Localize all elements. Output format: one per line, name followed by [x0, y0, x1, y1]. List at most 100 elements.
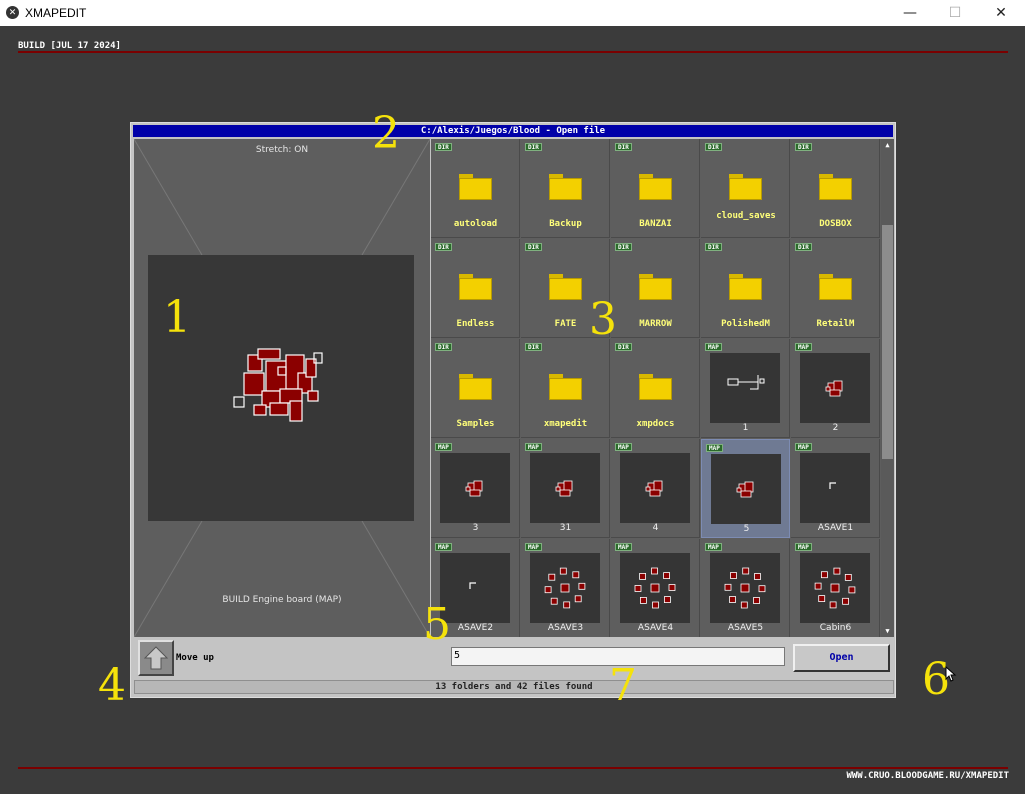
dir-badge: DIR: [615, 243, 632, 251]
folder-item[interactable]: DIR Samples: [431, 339, 520, 438]
close-button[interactable]: ✕: [978, 0, 1024, 26]
map-badge: MAP: [795, 543, 812, 551]
folder-name: Samples: [456, 419, 495, 429]
folder-name: Backup: [549, 219, 582, 229]
annotation-1: 1: [163, 292, 191, 343]
map-badge: MAP: [795, 443, 812, 451]
map-file-item[interactable]: MAP Cabin6: [791, 539, 880, 637]
map-file-item[interactable]: MAP 1: [701, 339, 790, 438]
map-thumbnail: [800, 453, 870, 523]
folder-icon: [549, 274, 582, 300]
dir-badge: DIR: [795, 243, 812, 251]
scrollbar-thumb[interactable]: [882, 225, 893, 459]
map-thumbnail: [530, 453, 600, 523]
dir-badge: DIR: [435, 243, 452, 251]
dir-badge: DIR: [615, 143, 632, 151]
preview-caption: BUILD Engine board (MAP): [222, 595, 342, 605]
map-file-item[interactable]: MAP ASAVE5: [701, 539, 790, 637]
app-root: ✕ XMAPEDIT — ☐ ✕ BUILD [JUL 17 2024] WWW…: [0, 0, 1025, 794]
scroll-down-icon[interactable]: ▼: [881, 625, 894, 637]
map-thumbnail: [620, 553, 690, 623]
map-file-name: 3: [472, 523, 479, 533]
map-file-item[interactable]: MAP 3: [431, 439, 520, 538]
move-up-button[interactable]: [138, 640, 174, 676]
map-badge: MAP: [435, 443, 452, 451]
folder-icon: [729, 174, 762, 200]
map-file-name: 4: [652, 523, 659, 533]
app-icon: ✕: [6, 6, 19, 19]
folder-item[interactable]: DIR autoload: [431, 139, 520, 238]
folder-item[interactable]: DIR cloud_saves: [701, 139, 790, 238]
folder-icon: [459, 174, 492, 200]
build-label: BUILD [JUL 17 2024]: [18, 41, 121, 51]
maximize-button[interactable]: ☐: [932, 0, 978, 26]
folder-name: DOSBOX: [819, 219, 852, 229]
map-file-item[interactable]: MAP 5: [701, 439, 790, 538]
map-badge: MAP: [706, 444, 723, 452]
top-divider: [18, 51, 1008, 53]
map-file-name: ASAVE4: [637, 623, 674, 633]
folder-icon: [819, 174, 852, 200]
annotation-5: 5: [423, 599, 451, 650]
folder-name: RetailM: [816, 319, 855, 329]
mouse-cursor-icon: [945, 666, 957, 682]
dir-badge: DIR: [795, 143, 812, 151]
map-file-item[interactable]: MAP ASAVE1: [791, 439, 880, 538]
folder-item[interactable]: DIR RetailM: [791, 239, 880, 338]
map-thumbnail: [710, 353, 780, 423]
map-thumbnail: [800, 353, 870, 423]
annotation-3: 3: [589, 294, 617, 345]
window-title: XMAPEDIT: [25, 6, 87, 20]
map-thumbnail: [710, 553, 780, 623]
map-file-name: 1: [742, 423, 749, 433]
folder-name: Endless: [456, 319, 495, 329]
map-thumbnail: [620, 453, 690, 523]
map-file-name: 2: [832, 423, 839, 433]
folder-item[interactable]: DIR DOSBOX: [791, 139, 880, 238]
map-file-item[interactable]: MAP 2: [791, 339, 880, 438]
map-badge: MAP: [795, 343, 812, 351]
folder-name: xmapedit: [543, 419, 588, 429]
file-grid: DIR autoload DIR Backup DIR BANZAI DIR cloud_sa…: [431, 139, 881, 637]
dir-badge: DIR: [525, 243, 542, 251]
folder-item[interactable]: DIR Backup: [521, 139, 610, 238]
map-file-item[interactable]: MAP ASAVE3: [521, 539, 610, 637]
dir-badge: DIR: [525, 143, 542, 151]
folder-item[interactable]: DIR xmapedit: [521, 339, 610, 438]
window-titlebar: ✕ XMAPEDIT — ☐ ✕: [0, 0, 1025, 26]
folder-item[interactable]: DIR xmpdocs: [611, 339, 700, 438]
map-badge: MAP: [525, 543, 542, 551]
dir-badge: DIR: [525, 343, 542, 351]
scroll-up-icon[interactable]: ▲: [881, 139, 894, 151]
map-file-item[interactable]: MAP 31: [521, 439, 610, 538]
map-file-name: Cabin6: [819, 623, 852, 633]
folder-icon: [639, 274, 672, 300]
annotation-2: 2: [372, 108, 400, 159]
annotation-7: 7: [609, 660, 637, 711]
map-badge: MAP: [705, 543, 722, 551]
map-preview-panel: Stretch: ON BUILD Engine board (MAP): [134, 139, 430, 637]
folder-item[interactable]: DIR BANZAI: [611, 139, 700, 238]
map-badge: MAP: [705, 343, 722, 351]
map-thumbnail: [440, 453, 510, 523]
folder-name: cloud_saves: [716, 211, 776, 221]
map-file-item[interactable]: MAP ASAVE4: [611, 539, 700, 637]
dir-badge: DIR: [705, 143, 722, 151]
dir-badge: DIR: [435, 143, 452, 151]
map-file-name: 5: [743, 524, 750, 534]
footer-url: WWW.CRUO.BLOODGAME.RU/XMAPEDIT: [846, 771, 1009, 781]
folder-icon: [639, 374, 672, 400]
file-grid-scrollbar[interactable]: ▲ ▼: [881, 139, 894, 637]
folder-icon: [819, 274, 852, 300]
annotation-4: 4: [98, 660, 126, 711]
map-badge: MAP: [615, 543, 632, 551]
folder-name: xmpdocs: [636, 419, 675, 429]
map-file-item[interactable]: MAP 4: [611, 439, 700, 538]
folder-item[interactable]: DIR Endless: [431, 239, 520, 338]
map-file-name: ASAVE3: [547, 623, 584, 633]
minimize-button[interactable]: —: [887, 0, 933, 26]
folder-item[interactable]: DIR MARROW: [611, 239, 700, 338]
folder-name: autoload: [453, 219, 498, 229]
folder-item[interactable]: DIR PolishedM: [701, 239, 790, 338]
open-button[interactable]: Open: [793, 644, 890, 672]
